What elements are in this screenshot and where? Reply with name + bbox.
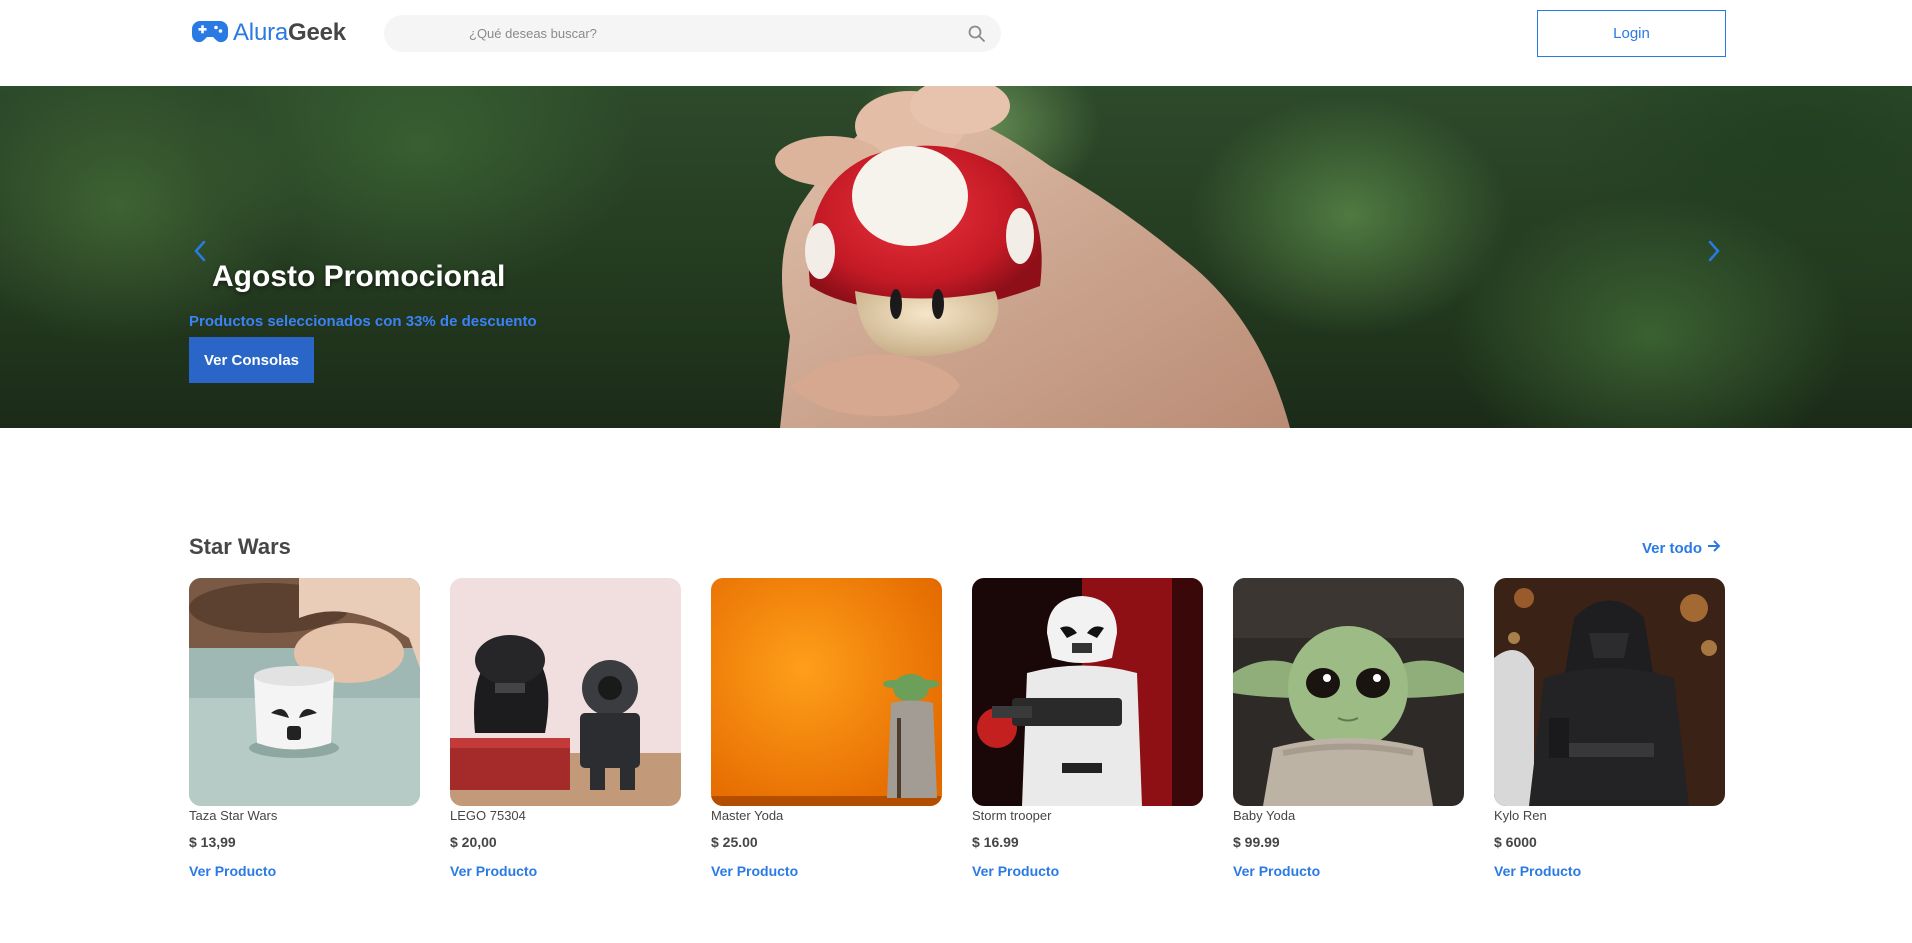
arrow-right-icon xyxy=(1706,538,1722,558)
banner-title: Agosto Promocional xyxy=(212,260,506,293)
product-card: Baby Yoda $ 99.99 Ver Producto xyxy=(1233,578,1464,879)
see-all-link[interactable]: Ver todo xyxy=(1642,538,1722,558)
product-price: $ 99.99 xyxy=(1233,834,1280,850)
view-consoles-button[interactable]: Ver Consolas xyxy=(189,337,314,383)
section-title: Star Wars xyxy=(189,534,291,559)
product-name: LEGO 75304 xyxy=(450,808,526,823)
carousel-prev-icon[interactable] xyxy=(190,236,210,266)
product-image[interactable] xyxy=(1494,578,1725,806)
carousel-next-icon[interactable] xyxy=(1704,236,1724,266)
product-image[interactable] xyxy=(711,578,942,806)
product-card: Kylo Ren $ 6000 Ver Producto xyxy=(1494,578,1725,879)
view-product-link[interactable]: Ver Producto xyxy=(972,863,1203,879)
banner-subtitle: Productos seleccionados con 33% de descu… xyxy=(189,313,537,330)
product-card: LEGO 75304 $ 20,00 Ver Producto xyxy=(450,578,681,879)
view-product-link[interactable]: Ver Producto xyxy=(1494,863,1725,879)
product-list: Taza Star Wars $ 13,99 Ver Producto LEGO… xyxy=(189,578,1726,898)
login-button[interactable]: Login xyxy=(1537,10,1726,57)
search-icon[interactable] xyxy=(967,24,987,44)
product-card: Master Yoda $ 25.00 Ver Producto xyxy=(711,578,942,879)
product-name: Taza Star Wars xyxy=(189,808,278,823)
product-card: Storm trooper $ 16.99 Ver Producto xyxy=(972,578,1203,879)
site-logo[interactable]: AluraGeek xyxy=(191,17,346,49)
product-card: Taza Star Wars $ 13,99 Ver Producto xyxy=(189,578,420,879)
logo-text-geek: Geek xyxy=(288,19,346,46)
see-all-label: Ver todo xyxy=(1642,539,1703,557)
logo-text: AluraGeek xyxy=(233,19,346,47)
search-bar xyxy=(384,15,1001,52)
product-name: Baby Yoda xyxy=(1233,808,1296,823)
view-product-link[interactable]: Ver Producto xyxy=(1233,863,1464,879)
search-input[interactable] xyxy=(469,15,949,52)
product-image[interactable] xyxy=(450,578,681,806)
logo-text-alura: Alura xyxy=(233,19,289,46)
product-price: $ 20,00 xyxy=(450,834,497,850)
product-price: $ 25.00 xyxy=(711,834,758,850)
product-name: Master Yoda xyxy=(711,808,784,823)
product-name: Storm trooper xyxy=(972,808,1052,823)
product-image[interactable] xyxy=(189,578,420,806)
product-price: $ 16.99 xyxy=(972,834,1019,850)
gamepad-icon xyxy=(191,16,229,51)
view-product-link[interactable]: Ver Producto xyxy=(450,863,681,879)
product-price: $ 13,99 xyxy=(189,834,236,850)
site-header: AluraGeek Login xyxy=(0,0,1912,86)
view-product-link[interactable]: Ver Producto xyxy=(711,863,942,879)
view-product-link[interactable]: Ver Producto xyxy=(189,863,420,879)
product-image[interactable] xyxy=(972,578,1203,806)
product-name: Kylo Ren xyxy=(1494,808,1547,823)
product-price: $ 6000 xyxy=(1494,834,1537,850)
product-image[interactable] xyxy=(1233,578,1464,806)
hero-banner: Agosto Promocional Productos seleccionad… xyxy=(0,86,1912,428)
